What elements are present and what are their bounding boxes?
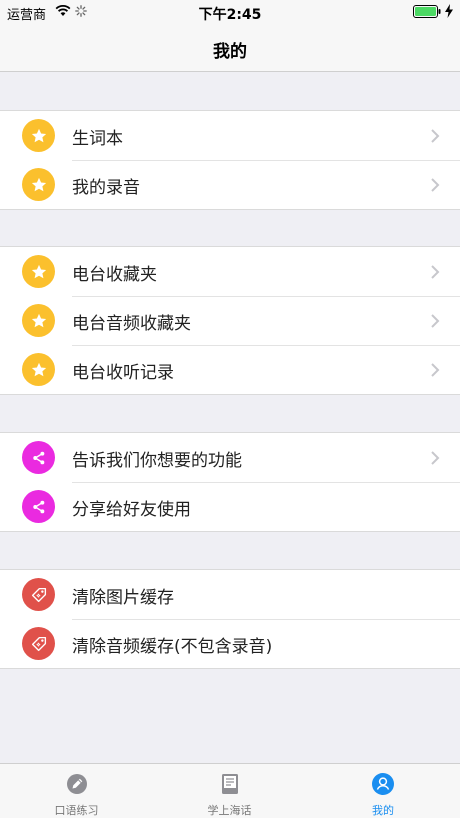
- list-item-label: 电台收听记录: [72, 363, 174, 383]
- list-item-label: 分享给好友使用: [72, 500, 191, 520]
- tab-label: 口语练习: [54, 804, 99, 817]
- list-item-share-with-friends[interactable]: 分享给好友使用: [0, 482, 460, 531]
- status-bar: 运营商 下午2:45: [0, 0, 460, 24]
- settings-group-cache: 清除图片缓存 清除音频缓存(不包含录音): [0, 569, 460, 669]
- list-item-my-recordings[interactable]: 我的录音: [0, 160, 460, 209]
- nav-bar: 我的: [0, 24, 460, 72]
- tab-label: 学上海话: [207, 804, 252, 817]
- pencil-icon: [66, 774, 87, 794]
- tab-label: 我的: [372, 804, 394, 817]
- chevron-right-icon: [431, 265, 440, 279]
- status-time: 下午2:45: [198, 7, 262, 23]
- list-item-label: 清除图片缓存: [72, 588, 174, 608]
- share-icon: [22, 441, 55, 474]
- chevron-right-icon: [431, 363, 440, 377]
- book-icon: [221, 774, 238, 794]
- star-icon: [22, 168, 55, 201]
- profile-icon: [372, 773, 394, 795]
- star-icon: [22, 119, 55, 152]
- chevron-right-icon: [431, 314, 440, 328]
- page-title: 我的: [213, 42, 247, 62]
- charging-bolt-icon: [445, 4, 453, 18]
- tab-mine[interactable]: 我的: [306, 764, 460, 818]
- list-item-label: 告诉我们你想要的功能: [72, 451, 242, 471]
- settings-group-feedback-share: 告诉我们你想要的功能 分享给好友使用: [0, 432, 460, 532]
- tab-speaking-practice[interactable]: 口语练习: [0, 764, 153, 818]
- chevron-right-icon: [431, 129, 440, 143]
- list-item-radio-history[interactable]: 电台收听记录: [0, 345, 460, 394]
- star-icon: [22, 304, 55, 337]
- star-icon: [22, 255, 55, 288]
- star-icon: [22, 353, 55, 386]
- tab-bar: 口语练习 学上海话 我的: [0, 763, 460, 818]
- list-item-feature-request[interactable]: 告诉我们你想要的功能: [0, 433, 460, 482]
- list-item-wordbook[interactable]: 生词本: [0, 111, 460, 160]
- list-item-radio-audio-favorites[interactable]: 电台音频收藏夹: [0, 296, 460, 345]
- list-item-label: 我的录音: [72, 178, 140, 198]
- list-item-label: 电台收藏夹: [72, 265, 157, 285]
- list-item-label: 清除音频缓存(不包含录音): [72, 637, 273, 657]
- tag-icon: [22, 578, 55, 611]
- chevron-right-icon: [431, 451, 440, 465]
- battery-icon: [413, 5, 441, 18]
- chevron-right-icon: [431, 178, 440, 192]
- list-item-clear-audio-cache[interactable]: 清除音频缓存(不包含录音): [0, 619, 460, 668]
- list-item-clear-image-cache[interactable]: 清除图片缓存: [0, 570, 460, 619]
- tag-icon: [22, 627, 55, 660]
- settings-group-radio: 电台收藏夹 电台音频收藏夹 电台收听记录: [0, 246, 460, 395]
- share-icon: [22, 490, 55, 523]
- settings-group-wordbook: 生词本 我的录音: [0, 110, 460, 210]
- list-item-label: 生词本: [72, 129, 123, 149]
- tab-learn-shanghainese[interactable]: 学上海话: [153, 764, 306, 818]
- list-item-label: 电台音频收藏夹: [72, 314, 191, 334]
- list-item-radio-favorites[interactable]: 电台收藏夹: [0, 247, 460, 296]
